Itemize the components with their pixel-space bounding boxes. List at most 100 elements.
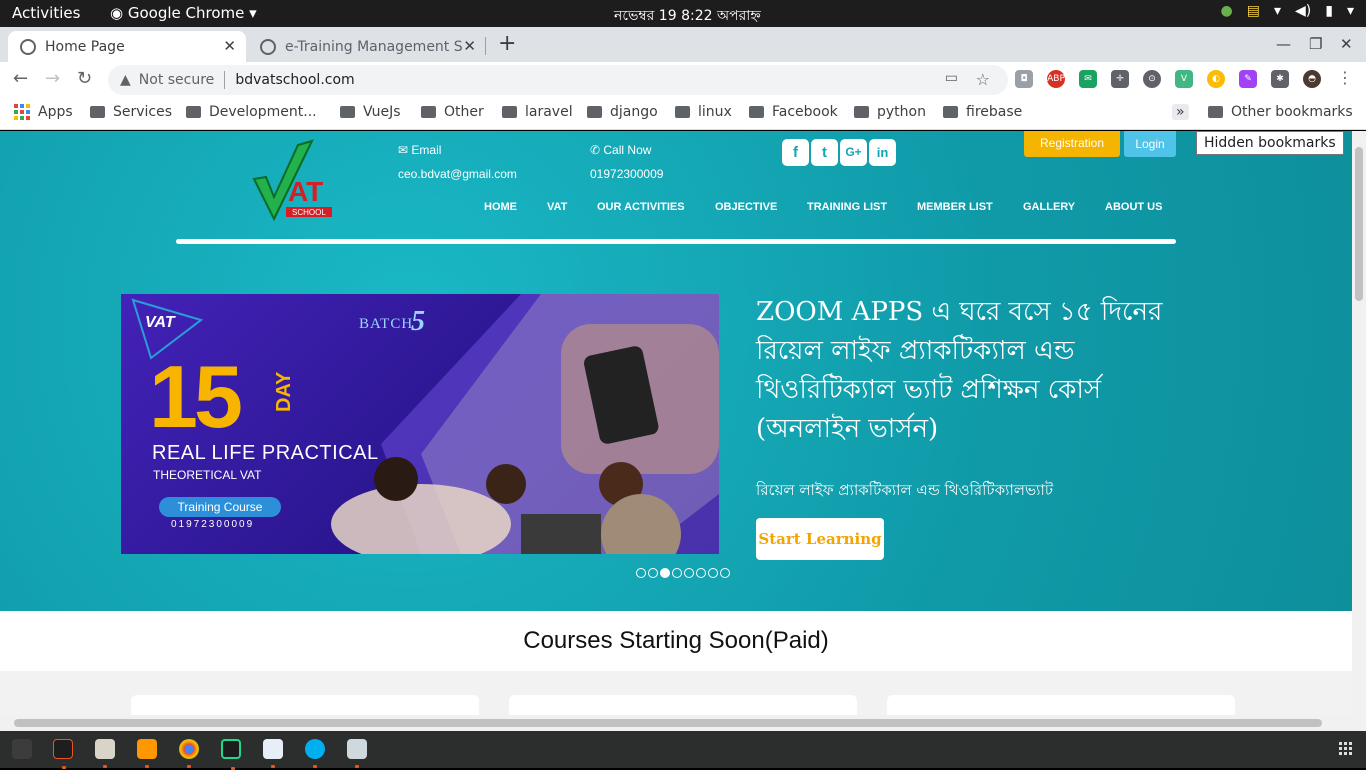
slider-dot[interactable] — [684, 568, 694, 578]
bookmark-folder-other-bookmarks[interactable]: Other bookmarks — [1208, 104, 1353, 120]
devtools-extension-icon[interactable]: ⊙ — [1143, 70, 1161, 88]
bookmark-folder-firebase[interactable]: firebase — [943, 104, 1022, 120]
vue-devtools-icon[interactable]: V — [1175, 70, 1193, 88]
tab-e-training[interactable]: e-Training Management S ✕ — [248, 31, 486, 62]
slider-dot[interactable] — [672, 568, 682, 578]
close-tab-icon[interactable]: ✕ — [223, 37, 236, 55]
nav-our-activities[interactable]: OUR ACTIVITIES — [597, 201, 685, 213]
terminal-icon[interactable] — [12, 739, 32, 759]
forward-icon[interactable]: → — [45, 68, 60, 89]
security-label[interactable]: Not secure — [139, 72, 215, 88]
course-card[interactable] — [509, 695, 857, 715]
image-viewer-icon[interactable] — [347, 739, 367, 768]
nav-vat[interactable]: VAT — [547, 201, 567, 213]
section-title: Courses Starting Soon(Paid) — [0, 611, 1352, 671]
bookmark-folder-development[interactable]: Development... — [186, 104, 317, 120]
slider-dot[interactable] — [720, 568, 730, 578]
mail-extension-icon[interactable]: ✉ — [1079, 70, 1097, 88]
reload-icon[interactable]: ↻ — [77, 68, 92, 89]
google-plus-icon[interactable]: G+ — [840, 139, 867, 166]
new-tab-button[interactable]: + — [498, 31, 516, 56]
training-banner-image[interactable]: VAT BATCH 5 15 DAY REAL LIFE PRACTICAL T… — [121, 294, 719, 554]
chrome-icon[interactable] — [179, 739, 199, 768]
nav-home[interactable]: HOME — [484, 201, 517, 213]
back-icon[interactable]: ← — [13, 68, 28, 89]
scrollbar-thumb[interactable] — [14, 719, 1322, 727]
profile-avatar[interactable]: ◓ — [1303, 70, 1321, 88]
bookmark-apps[interactable]: Apps — [14, 104, 73, 120]
battery-icon[interactable]: ▮ — [1325, 3, 1333, 19]
nav-objective[interactable]: OBJECTIVE — [715, 201, 777, 213]
warning-icon[interactable]: ▲ — [120, 72, 131, 88]
folder-icon — [749, 106, 764, 118]
nav-member-list[interactable]: MEMBER LIST — [917, 201, 993, 213]
system-tray[interactable]: ● ▤ ▾ ◀) ▮ ▾ — [1221, 3, 1354, 19]
close-tab-icon[interactable]: ✕ — [463, 37, 476, 55]
nav-gallery[interactable]: GALLERY — [1023, 201, 1075, 213]
bookmark-folder-services[interactable]: Services — [90, 104, 172, 120]
terminal-app-icon[interactable] — [53, 739, 73, 769]
horizontal-scrollbar[interactable] — [0, 715, 1366, 731]
registration-button[interactable]: Registration — [1024, 131, 1120, 157]
bookmark-folder-laravel[interactable]: laravel — [502, 104, 573, 120]
show-applications-icon[interactable] — [1339, 742, 1352, 755]
cast-icon[interactable]: ▭ — [945, 70, 958, 86]
call-value[interactable]: 01972300009 — [590, 167, 663, 181]
color-extension-icon[interactable]: ◐ — [1207, 70, 1225, 88]
power-menu-icon[interactable]: ▾ — [1347, 3, 1354, 19]
sublime-text-icon[interactable] — [137, 739, 157, 768]
tab-home-page[interactable]: Home Page ✕ — [8, 31, 246, 62]
pycharm-icon[interactable] — [221, 739, 241, 770]
bookmark-folder-python[interactable]: python — [854, 104, 926, 120]
restore-icon[interactable]: ❐ — [1309, 35, 1322, 53]
course-card[interactable] — [887, 695, 1235, 715]
slider-dot[interactable] — [696, 568, 706, 578]
bookmark-folder-django[interactable]: django — [587, 104, 658, 120]
skype-icon[interactable] — [305, 739, 325, 768]
nav-about-us[interactable]: ABOUT US — [1105, 201, 1162, 213]
apps-grid-icon — [14, 104, 30, 120]
linkedin-icon[interactable]: in — [869, 139, 896, 166]
facebook-icon[interactable]: f — [782, 139, 809, 166]
update-icon[interactable]: ● — [1221, 3, 1233, 19]
globe-icon — [260, 38, 276, 55]
email-value[interactable]: ceo.bdvat@gmail.com — [398, 167, 517, 181]
nav-training-list[interactable]: TRAINING LIST — [807, 201, 887, 213]
minimize-icon[interactable]: — — [1276, 35, 1291, 53]
bookmark-folder-facebook[interactable]: Facebook — [749, 104, 838, 120]
slider-dot[interactable] — [708, 568, 718, 578]
vat-school-logo[interactable]: AT SCHOOL — [252, 139, 334, 221]
bookmark-folder-linux[interactable]: linux — [675, 104, 732, 120]
clock[interactable]: নভেম্বর 19 8:22 অপরাহ্ন — [614, 4, 761, 28]
wifi-icon[interactable]: ▾ — [1274, 3, 1281, 19]
notes-icon[interactable]: ▤ — [1247, 3, 1260, 19]
address-bar[interactable]: ▲ Not secure bdvatschool.com ▭ ☆ — [108, 65, 1008, 95]
text-editor-icon[interactable] — [263, 739, 283, 768]
menu-kebab-icon[interactable]: ⋮ — [1337, 68, 1353, 87]
slider-dot[interactable] — [636, 568, 646, 578]
login-button[interactable]: Login — [1124, 131, 1176, 157]
adblock-extension-icon[interactable]: ABP — [1047, 70, 1065, 88]
bookmark-folder-vuejs[interactable]: VueJs — [340, 104, 401, 120]
dimension-extension-icon[interactable]: ✛ — [1111, 70, 1129, 88]
start-learning-button[interactable]: Start Learning — [756, 518, 884, 560]
url-text[interactable]: bdvatschool.com — [235, 72, 354, 88]
pen-extension-icon[interactable]: ✎ — [1239, 70, 1257, 88]
app-menu[interactable]: ◉ Google Chrome ▾ — [110, 4, 257, 22]
close-window-icon[interactable]: ✕ — [1340, 35, 1353, 53]
bookmarks-overflow-button[interactable]: » — [1172, 104, 1189, 120]
extensions-puzzle-icon[interactable]: ✱ — [1271, 70, 1289, 88]
activities-button[interactable]: Activities — [12, 4, 80, 22]
twitter-icon[interactable]: t — [811, 139, 838, 166]
slider-dot-active[interactable] — [660, 568, 670, 578]
bookmark-star-icon[interactable]: ☆ — [976, 70, 990, 89]
volume-icon[interactable]: ◀) — [1295, 3, 1311, 19]
scrollbar-thumb[interactable] — [1355, 147, 1363, 301]
screenshot-extension-icon[interactable]: ◘ — [1015, 70, 1033, 88]
vertical-scrollbar[interactable] — [1352, 131, 1366, 715]
slider-dot[interactable] — [648, 568, 658, 578]
files-icon[interactable] — [95, 739, 115, 768]
banner-days: 15 — [149, 347, 243, 446]
course-card[interactable] — [131, 695, 479, 715]
bookmark-folder-other[interactable]: Other — [421, 104, 484, 120]
